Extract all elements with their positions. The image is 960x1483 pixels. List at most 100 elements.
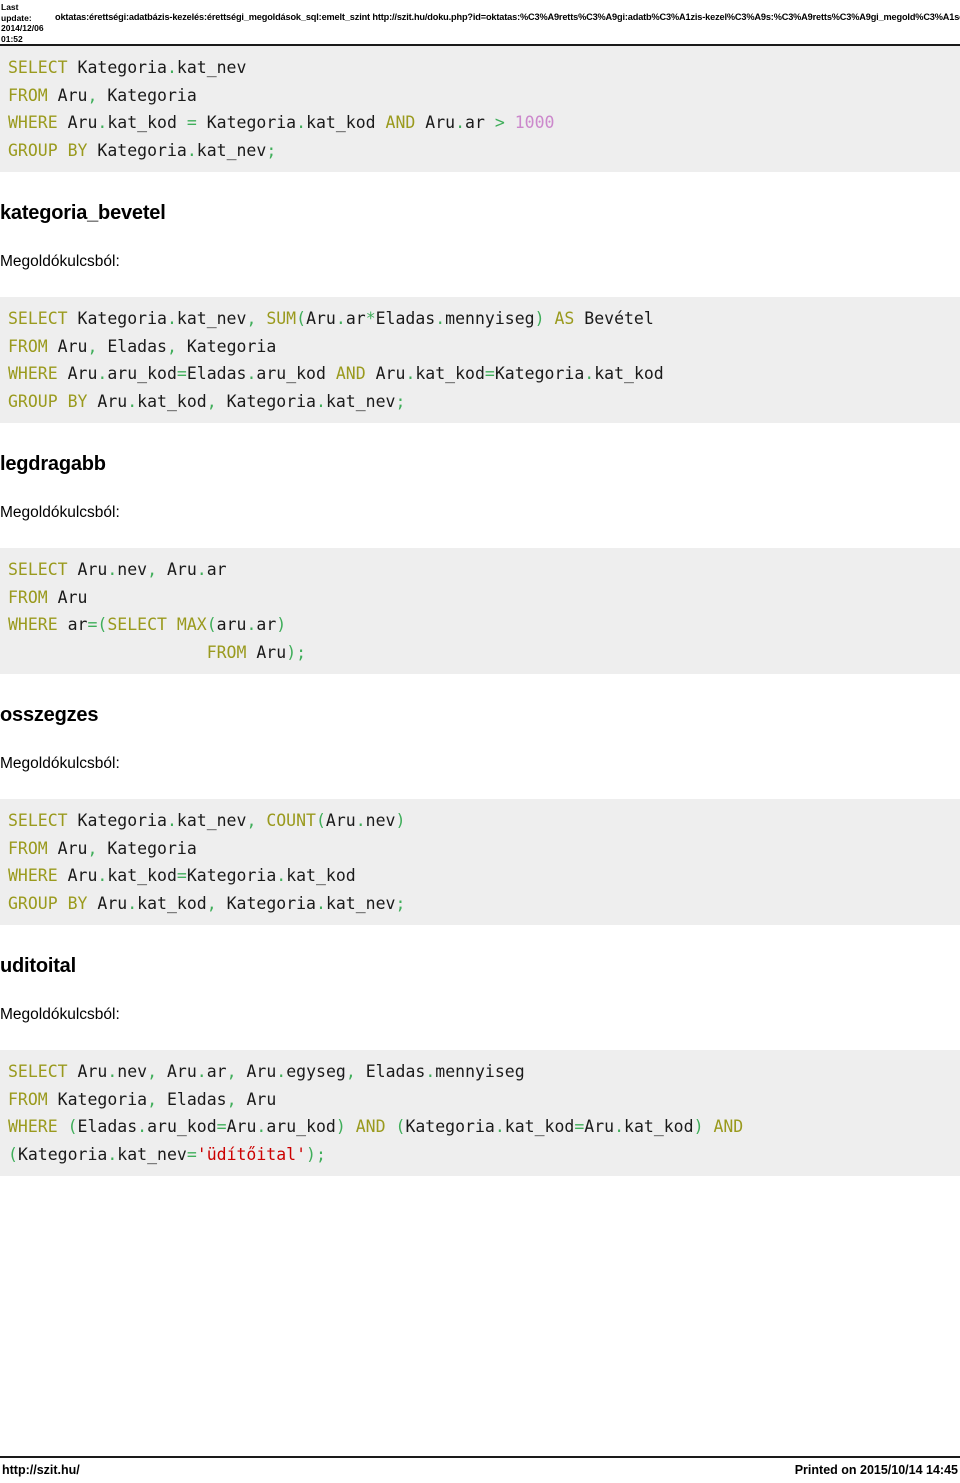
code-token-op: . [335,309,346,328]
code-line: (Kategoria.kat_nev='üdítőital'); [8,1145,326,1164]
code-token-op: . [127,391,138,411]
code-token-id: Eladas [375,309,436,328]
code-token-op: ( [395,1117,406,1136]
code-token-op: , [87,838,98,858]
code-token-id: Aru [236,1089,277,1109]
code-token-id [58,1117,68,1136]
code-token-op: . [166,309,177,328]
code-token-id: kat_nev [176,811,247,830]
code-token-op: ); [286,642,307,662]
code-token-kw: FROM [8,1089,48,1109]
code-token-kw: AND [335,364,366,383]
code-token-kw: WHERE [8,866,58,885]
code-token-id: aru [216,615,247,634]
code-token-kw: AS [554,309,575,328]
code-line: FROM Aru, Kategoria [8,839,197,858]
code-line: SELECT Kategoria.kat_nev, SUM(Aru.ar*Ela… [8,309,654,328]
code-token-id: Kategoria [196,113,297,132]
code-token-id: Aru [157,1062,197,1081]
code-token-id: Eladas [186,364,247,383]
code-token-op: ( [8,1144,18,1164]
code-token-op: . [316,893,326,913]
code-token-op: ( [67,1117,78,1136]
code-token-kw: FROM [8,336,48,356]
code-token-id [386,1117,396,1136]
code-token-id: Kategoria [67,309,167,328]
code-token-id: Aru [87,893,128,913]
code-token-id: ar [206,560,227,579]
footer-printed-on: Printed on 2015/10/14 14:45 [794,1463,958,1477]
code-token-id: Aru [246,642,287,662]
code-token-op: . [316,391,326,411]
code-token-kw: COUNT [266,811,316,830]
code-token-op: , [87,336,98,356]
code-token-op: . [186,140,197,160]
code-line: SELECT Aru.nev, Aru.ar, Aru.egyseg, Elad… [8,1062,525,1081]
code-token-id [346,1117,356,1136]
code-token-op: , [206,893,217,913]
code-token-op: . [107,1144,118,1164]
code-token-id: aru_kod [266,1117,336,1136]
code-line: WHERE Aru.kat_kod=Kategoria.kat_kod [8,866,356,885]
code-token-id: kat_kod [594,364,664,383]
code-token-id: kat_kod [107,113,187,132]
code-token-op: . [97,364,108,383]
sections-container: SELECT Kategoria.kat_nev FROM Aru, Kateg… [0,46,960,1176]
code-token-op: * [365,309,376,328]
code-token-op: . [127,893,138,913]
code-token-id: aru_kod [107,364,177,383]
code-token-kw: FROM [206,642,247,662]
code-token-id: Aru [226,1117,257,1136]
code-line: WHERE ar=(SELECT MAX(aru.ar) [8,615,286,634]
code-token-op: , [226,1062,237,1081]
code-token-id: kat_nev [176,58,247,77]
code-token-op: . [584,364,595,383]
code-token-id: Aru [325,811,356,830]
code-line: SELECT Kategoria.kat_nev [8,58,246,77]
sql-code-block: SELECT Kategoria.kat_nev, COUNT(Aru.nev)… [0,799,960,925]
code-token-id: Eladas [157,1089,227,1109]
code-token-str: 'üdítőital' [196,1144,307,1164]
code-token-op: ) [395,811,406,830]
code-token-id: mennyiseg [435,1062,525,1081]
code-token-op: = [176,866,187,885]
code-token-op: = [186,113,197,132]
code-token-id [704,1117,714,1136]
code-token-id: Aru [236,1062,277,1081]
sql-code-block: SELECT Kategoria.kat_nev FROM Aru, Kateg… [0,46,960,172]
code-line: WHERE (Eladas.aru_kod=Aru.aru_kod) AND (… [8,1117,743,1136]
code-token-kw: AND [385,113,416,132]
code-token-op: . [256,1117,267,1136]
code-token-kw: SELECT [8,811,68,830]
code-token-kw: FROM [8,85,48,105]
code-token-kw: SUM [266,309,297,328]
code-token-id: Aru [47,587,88,607]
code-token-op: ); [306,1144,326,1164]
code-token-id: Aru [67,560,108,579]
code-token-op: . [355,811,366,830]
code-token-op: ) [276,615,287,634]
code-token-op: . [276,1062,287,1081]
code-token-kw: SELECT [8,58,68,77]
code-token-op: . [97,113,108,132]
code-token-id: egyseg [286,1062,346,1081]
footer-site-url[interactable]: http://szit.hu/ [2,1463,80,1477]
code-token-id: nev [117,1062,148,1081]
code-token-op: , [246,309,257,328]
code-token-op: = [484,364,495,383]
code-token-id: Kategoria [186,866,277,885]
code-token-op: =( [87,615,108,634]
code-token-id [545,309,555,328]
code-token-id: ar [206,1062,227,1081]
code-token-num: 1000 [514,113,555,132]
code-token-id: Kategoria [67,58,167,77]
code-token-id: aru_kod [147,1117,217,1136]
code-token-op: , [206,391,217,411]
code-token-kw: FROM [8,587,48,607]
code-token-id: nev [117,560,148,579]
